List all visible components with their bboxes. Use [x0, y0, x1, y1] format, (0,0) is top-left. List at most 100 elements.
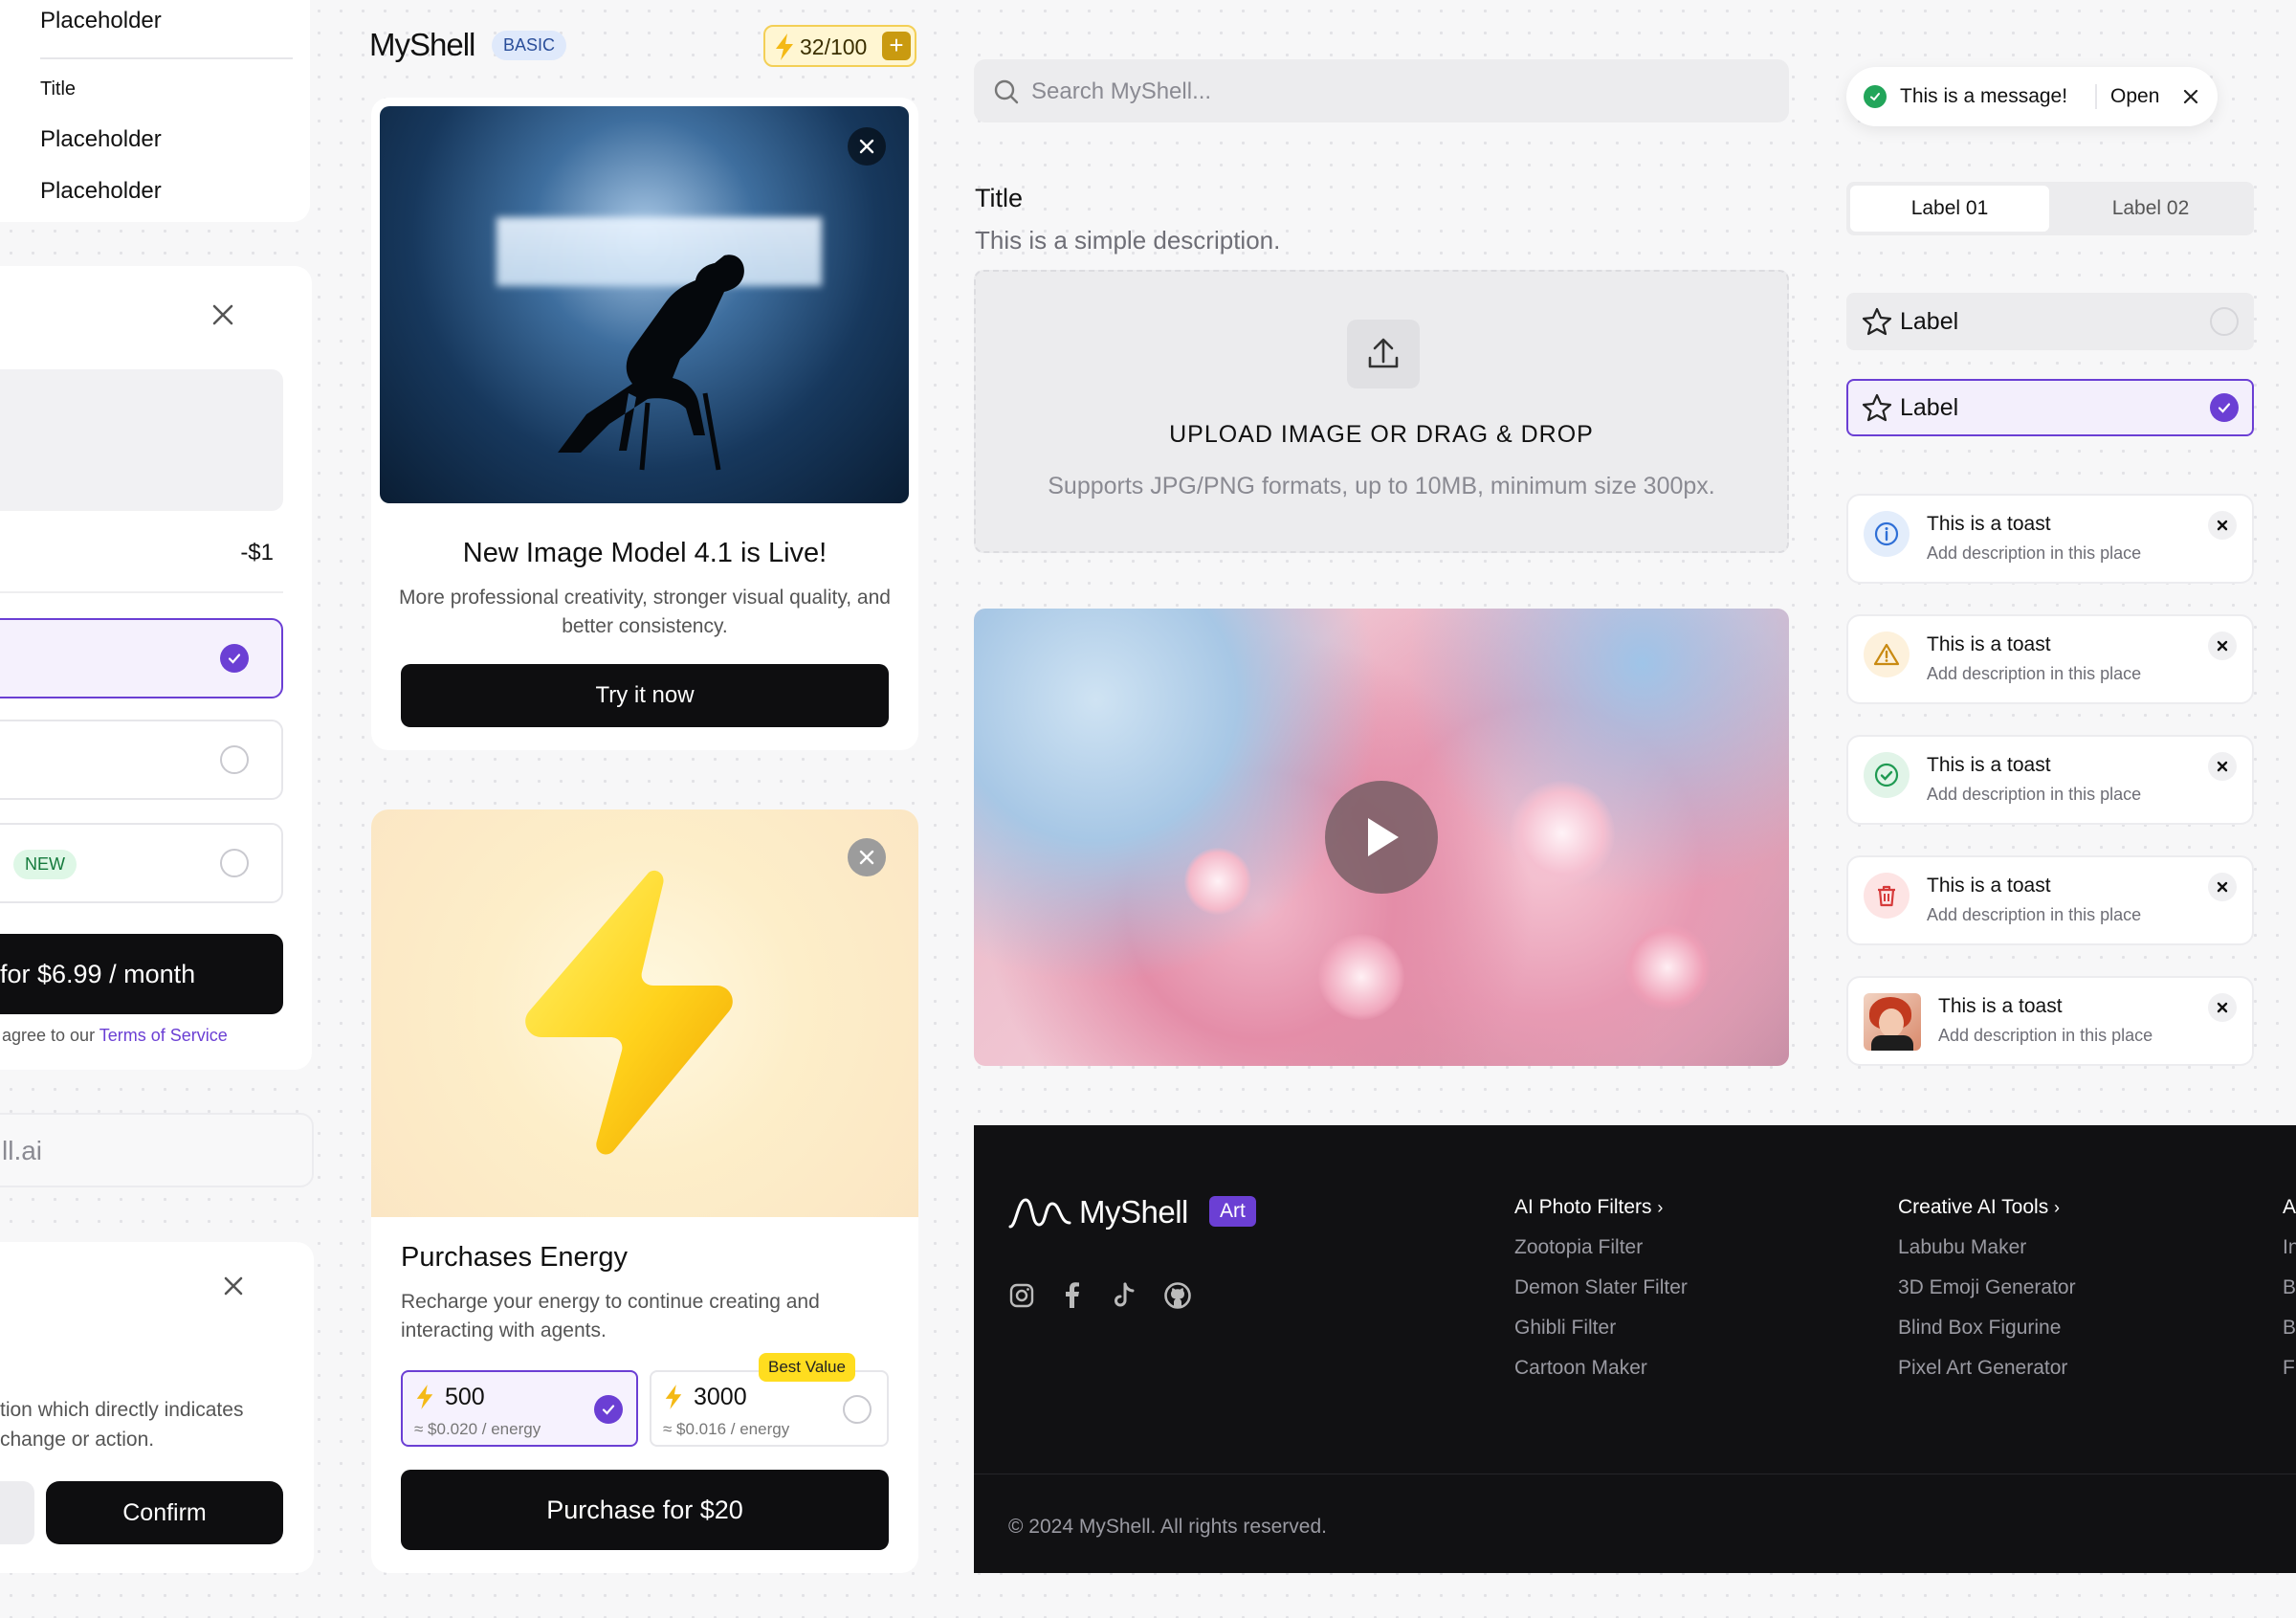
energy-value: 32/100 [800, 34, 868, 59]
footer-link[interactable]: Ghibli Filter [1514, 1317, 1616, 1340]
footer-link[interactable]: F [2283, 1357, 2295, 1380]
cancel-button[interactable] [0, 1481, 34, 1544]
brand-name[interactable]: MyShell [369, 27, 475, 63]
footer-column-title[interactable]: Creative AI Tools › [1898, 1196, 2060, 1219]
footer-link[interactable]: Pixel Art Generator [1898, 1357, 2067, 1380]
energy-option[interactable]: 3000 ≈ $0.016 / energy [650, 1370, 889, 1447]
toast-title: This is a toast [1927, 513, 2051, 535]
instagram-icon[interactable] [1008, 1282, 1035, 1309]
toast-title: This is a toast [1927, 633, 2051, 655]
upload-dropzone[interactable]: UPLOAD IMAGE OR DRAG & DROP Supports JPG… [974, 270, 1789, 553]
terms-text: agree to our Terms of Service [2, 1026, 228, 1046]
toast-info: This is a toast Add description in this … [1846, 494, 2254, 584]
energy-price: ≈ $0.016 / energy [663, 1420, 790, 1438]
close-icon[interactable] [210, 302, 235, 327]
check-icon [220, 644, 249, 673]
radio-icon [220, 849, 249, 877]
energy-counter[interactable]: 32/100 + [763, 25, 916, 67]
trash-icon [1864, 873, 1910, 919]
copyright: © 2024 MyShell. All rights reserved. [1008, 1516, 1327, 1538]
video-player[interactable] [974, 609, 1789, 1066]
footer-link[interactable]: Demon Slater Filter [1514, 1276, 1688, 1299]
subscribe-dialog: -$1 NEW for $6.99 / month agree to our T… [0, 266, 312, 1070]
footer-link[interactable]: Blind Box Figurine [1898, 1317, 2061, 1340]
announcement-description: More professional creativity, stronger v… [399, 587, 891, 637]
github-icon[interactable] [1163, 1281, 1192, 1310]
close-icon[interactable] [2208, 511, 2237, 540]
success-icon [1864, 85, 1887, 108]
energy-option-selected[interactable]: 500 ≈ $0.020 / energy [401, 1370, 638, 1447]
footer-link[interactable]: In [2283, 1236, 2296, 1259]
best-value-badge: Best Value [759, 1353, 855, 1382]
plan-option[interactable]: NEW [0, 823, 283, 903]
footer-link[interactable]: B [2283, 1276, 2296, 1299]
toast-title: This is a toast [1927, 754, 2051, 776]
toast-title: This is a toast [1927, 875, 2051, 897]
close-icon[interactable] [2183, 89, 2198, 104]
segmented-control: Label 01 Label 02 [1846, 182, 2254, 235]
search-input[interactable]: Search MyShell... [974, 59, 1789, 122]
close-icon[interactable] [848, 127, 886, 166]
plan-option-selected[interactable] [0, 618, 283, 698]
message-open-link[interactable]: Open [2110, 85, 2159, 108]
footer-brand[interactable]: MyShell [1079, 1194, 1188, 1230]
price-delta: -$1 [240, 540, 274, 565]
facebook-icon[interactable] [1062, 1282, 1081, 1309]
terms-prefix: agree to our [2, 1026, 96, 1045]
art-badge: Art [1209, 1196, 1256, 1227]
option-item[interactable]: Label [1846, 293, 2254, 350]
toast-warning: This is a toast Add description in this … [1846, 614, 2254, 704]
option-label: Label [1900, 308, 1959, 335]
menu-item[interactable]: Placeholder [40, 8, 162, 34]
close-icon[interactable] [848, 838, 886, 876]
warning-icon [1864, 632, 1910, 677]
play-button[interactable] [1325, 781, 1438, 894]
toast-description: Add description in this place [1927, 785, 2142, 804]
footer-link[interactable]: Labubu Maker [1898, 1236, 2026, 1259]
upload-description: This is a simple description. [975, 226, 1281, 255]
myshell-logo-icon [1008, 1198, 1071, 1229]
close-icon[interactable] [2208, 632, 2237, 660]
footer-link[interactable]: Zootopia Filter [1514, 1236, 1643, 1259]
tiktok-icon[interactable] [1112, 1282, 1137, 1309]
blossom [1184, 848, 1251, 915]
plan-option[interactable] [0, 720, 283, 800]
tab-label-01[interactable]: Label 01 [1850, 186, 2049, 232]
menu-item[interactable]: Placeholder [40, 126, 162, 153]
try-it-now-button[interactable]: Try it now [401, 664, 889, 727]
menu-item[interactable]: Placeholder [40, 178, 162, 205]
footer-link[interactable]: 3D Emoji Generator [1898, 1276, 2076, 1299]
close-icon[interactable] [222, 1274, 245, 1297]
email-field[interactable]: ll.ai [0, 1113, 314, 1187]
confirm-button[interactable]: Confirm [46, 1481, 283, 1544]
footer-link[interactable]: Cartoon Maker [1514, 1357, 1647, 1380]
purchase-button[interactable]: Purchase for $20 [401, 1470, 889, 1550]
close-icon[interactable] [2208, 993, 2237, 1022]
avatar-face [1879, 1008, 1904, 1037]
option-item-selected[interactable]: Label [1846, 379, 2254, 436]
footer-column-title-text: Creative AI Tools [1898, 1196, 2049, 1218]
avatar-body [1871, 1035, 1913, 1051]
footer-column-title[interactable]: A [2283, 1196, 2296, 1219]
close-icon[interactable] [2208, 873, 2237, 901]
avatar [1864, 993, 1921, 1051]
new-badge: NEW [13, 850, 77, 879]
toast-description: Add description in this place [1927, 664, 2142, 683]
subscribe-button[interactable]: for $6.99 / month [0, 934, 283, 1014]
toast-description: Add description in this place [1927, 543, 2142, 563]
close-icon[interactable] [2208, 752, 2237, 781]
chevron-right-icon: › [2054, 1198, 2061, 1217]
blossom [1510, 781, 1615, 886]
add-energy-button[interactable]: + [882, 32, 911, 60]
footer-link[interactable]: B [2283, 1317, 2296, 1340]
blossom [1624, 924, 1711, 1010]
upload-icon [1347, 320, 1420, 388]
footer-column-title[interactable]: AI Photo Filters › [1514, 1196, 1663, 1219]
energy-amount: 500 [445, 1384, 485, 1410]
dialog-description: tion which directly indicates change or … [0, 1399, 244, 1451]
tab-label-02[interactable]: Label 02 [2051, 186, 2250, 232]
terms-link[interactable]: Terms of Service [99, 1026, 228, 1045]
footer: MyShell Art AI Photo Filters › Zootopia … [974, 1125, 2296, 1573]
toast-avatar: This is a toast Add description in this … [1846, 976, 2254, 1066]
play-icon [1368, 818, 1399, 856]
